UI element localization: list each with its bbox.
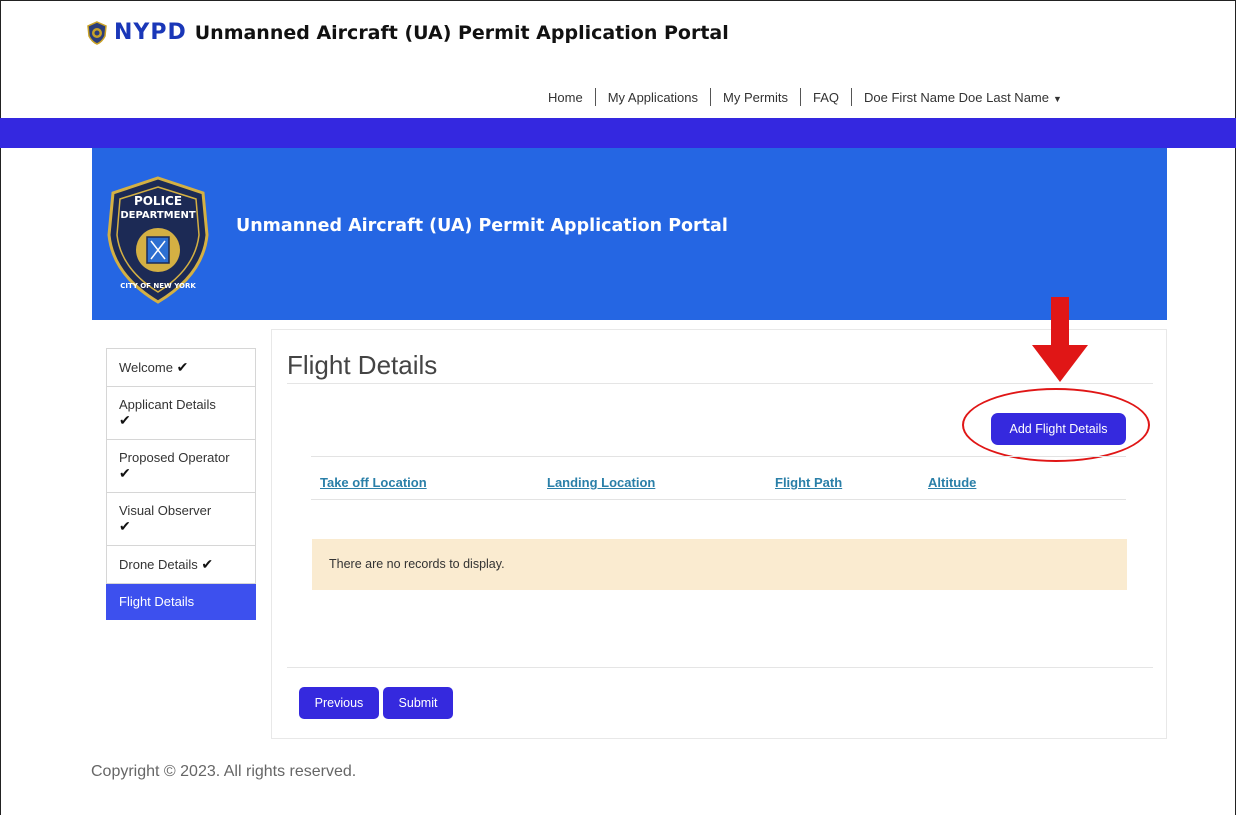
- sidebar-item-label: Visual Observer: [119, 503, 212, 518]
- site-title: Unmanned Aircraft (UA) Permit Applicatio…: [194, 21, 729, 44]
- header-band: [0, 118, 1236, 148]
- checkmark-icon: ✔: [119, 465, 131, 481]
- submit-button[interactable]: Submit: [383, 687, 453, 719]
- checkmark-icon: ✔: [176, 359, 189, 375]
- column-flight-path[interactable]: Flight Path: [775, 475, 842, 490]
- sidebar-item-visual-observer[interactable]: Visual Observer ✔: [106, 493, 256, 546]
- portal-banner: POLICE DEPARTMENT CITY OF NEW YORK Unman…: [92, 148, 1167, 320]
- banner-title: Unmanned Aircraft (UA) Permit Applicatio…: [236, 216, 728, 236]
- sidebar-item-label: Welcome: [119, 360, 173, 375]
- sidebar-item-drone-details[interactable]: Drone Details ✔: [106, 546, 256, 584]
- add-flight-details-button[interactable]: Add Flight Details: [991, 413, 1126, 445]
- red-arrow-down-icon: [1032, 297, 1088, 382]
- logo-text-bottom: CITY OF NEW YORK: [120, 282, 196, 290]
- sidebar-item-label: Drone Details: [119, 557, 198, 572]
- sidebar-item-applicant-details[interactable]: Applicant Details ✔: [106, 387, 256, 440]
- nav-home[interactable]: Home: [536, 90, 595, 105]
- checkmark-icon: ✔: [119, 412, 131, 428]
- nav-my-applications[interactable]: My Applications: [596, 90, 710, 105]
- sidebar-item-label: Applicant Details: [119, 397, 216, 412]
- user-name: Doe First Name Doe Last Name: [864, 89, 1049, 105]
- checkmark-icon: ✔: [119, 518, 131, 534]
- caret-down-icon: ▼: [1052, 93, 1062, 104]
- logo-text-mid: DEPARTMENT: [120, 210, 196, 221]
- sidebar-item-flight-details[interactable]: Flight Details: [106, 584, 256, 620]
- column-landing-location[interactable]: Landing Location: [547, 475, 655, 490]
- top-navigation: Home My Applications My Permits FAQ Doe …: [536, 88, 1074, 106]
- site-brand[interactable]: NYPD Unmanned Aircraft (UA) Permit Appli…: [86, 20, 729, 45]
- user-menu[interactable]: Doe First Name Doe Last Name ▼: [852, 90, 1074, 105]
- divider: [287, 383, 1153, 384]
- nav-faq[interactable]: FAQ: [801, 90, 851, 105]
- column-altitude[interactable]: Altitude: [928, 475, 976, 490]
- page-title: Flight Details: [287, 350, 438, 380]
- checkmark-icon: ✔: [201, 556, 214, 572]
- sidebar-item-welcome[interactable]: Welcome ✔: [106, 348, 256, 387]
- column-take-off-location[interactable]: Take off Location: [320, 475, 427, 490]
- wizard-sidebar: Welcome ✔ Applicant Details ✔ Proposed O…: [106, 348, 256, 620]
- police-department-logo-icon: POLICE DEPARTMENT CITY OF NEW YORK: [107, 176, 209, 304]
- sidebar-item-proposed-operator[interactable]: Proposed Operator ✔: [106, 440, 256, 493]
- nypd-badge-icon: [87, 20, 107, 45]
- previous-button[interactable]: Previous: [299, 687, 379, 719]
- sidebar-item-label: Flight Details: [119, 594, 195, 609]
- logo-text-top: POLICE: [134, 194, 182, 208]
- table-header: Take off Location Landing Location Fligh…: [311, 456, 1126, 500]
- nav-my-permits[interactable]: My Permits: [711, 90, 800, 105]
- sidebar-item-label: Proposed Operator: [119, 450, 230, 465]
- brand-mark: NYPD: [114, 20, 187, 45]
- copyright-text: Copyright © 2023. All rights reserved.: [91, 763, 357, 780]
- divider: [287, 667, 1153, 668]
- empty-table-message: There are no records to display.: [312, 539, 1127, 590]
